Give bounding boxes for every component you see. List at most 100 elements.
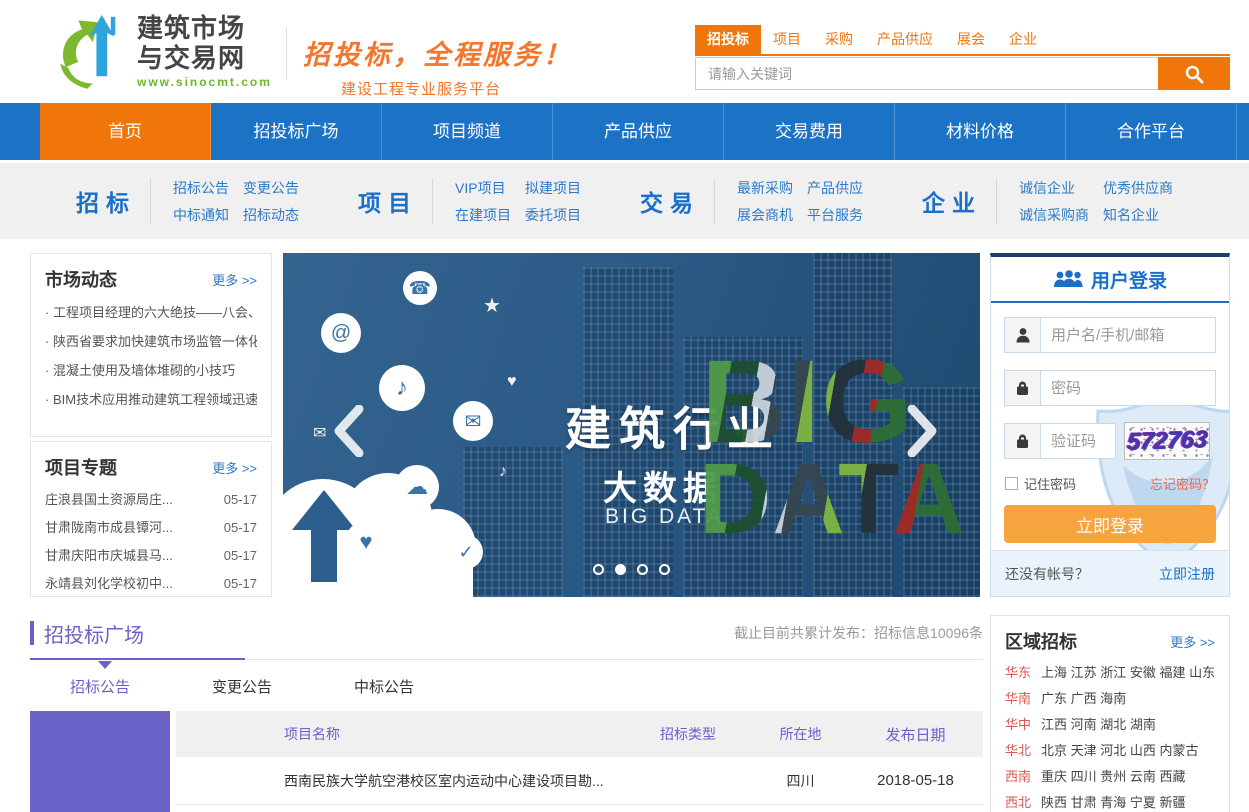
region-name[interactable]: 西北 (1005, 790, 1031, 812)
region-name[interactable]: 华中 (1005, 712, 1031, 738)
topic-name[interactable]: 庄浪县国土资源局庄... (45, 486, 173, 514)
region-provinces[interactable]: 陕西 甘肃 青海 宁夏 新疆 (1041, 790, 1185, 812)
region-provinces[interactable]: 重庆 四川 贵州 云南 西藏 (1041, 764, 1185, 790)
region-provinces[interactable]: 广东 广西 海南 (1041, 686, 1126, 712)
carousel-prev-arrow[interactable] (331, 405, 365, 457)
subnav-label-company[interactable]: 企业 (922, 184, 982, 218)
search-tab-project[interactable]: 项目 (761, 25, 813, 54)
tab-bid-announcement[interactable]: 招标公告 (70, 676, 130, 697)
captcha-row: 572763 (1004, 423, 1216, 459)
nav-item-bidding-plaza[interactable]: 招投标广场 (211, 103, 382, 160)
subnav-link[interactable]: 优秀供应商 (1103, 178, 1173, 198)
carousel-next-arrow[interactable] (906, 405, 940, 457)
tab-change-announcement[interactable]: 变更公告 (212, 676, 272, 697)
subnav-link[interactable]: 平台服务 (807, 205, 863, 225)
region-name[interactable]: 华北 (1005, 738, 1031, 764)
carousel-dot-3[interactable] (637, 564, 648, 575)
banner-bigword-data: DATA (699, 455, 966, 543)
nav-item-home[interactable]: 首页 (40, 103, 211, 160)
topic-date: 05-17 (224, 570, 257, 598)
topic-name[interactable]: 甘肃陇南市成县镡河... (45, 514, 173, 542)
plaza-divider (30, 659, 983, 660)
login-button[interactable]: 立即登录 (1004, 505, 1216, 543)
search-input[interactable] (695, 57, 1158, 90)
social-icon: ✉ (453, 401, 493, 441)
subnav-label-trade[interactable]: 交易 (640, 184, 700, 218)
subnav-link[interactable]: 中标通知 (173, 205, 229, 225)
nav-item-material-prices[interactable]: 材料价格 (895, 103, 1066, 160)
password-row (1004, 370, 1216, 406)
login-title: 用户登录 (1091, 266, 1167, 293)
subnav-link[interactable]: 最新采购 (737, 178, 793, 198)
news-item[interactable]: 陕西省要求加快建筑市场监管一体化... (45, 327, 257, 356)
region-name[interactable]: 华东 (1005, 660, 1031, 686)
project-topics-more-link[interactable]: 更多 >> (212, 458, 257, 477)
captcha-input[interactable] (1040, 423, 1116, 459)
news-item[interactable]: 工程项目经理的六大绝技——八会、... (45, 298, 257, 327)
site-logo[interactable]: 建筑市场 与交易网 www.sinocmt.com (55, 12, 272, 90)
subnav-label-bidding[interactable]: 招标 (76, 184, 136, 218)
remember-checkbox[interactable] (1005, 477, 1018, 490)
banner-bigword-big: BIG (701, 351, 914, 455)
region-provinces[interactable]: 江西 河南 湖北 湖南 (1041, 712, 1156, 738)
subnav-link[interactable]: 知名企业 (1103, 205, 1173, 225)
subnav-link[interactable]: 委托项目 (525, 205, 581, 225)
nav-item-product-supply[interactable]: 产品供应 (553, 103, 724, 160)
subnav-label-project[interactable]: 项目 (358, 184, 418, 218)
topic-name[interactable]: 永靖县刘化学校初中... (45, 570, 173, 598)
search-bar (695, 57, 1230, 90)
subnav-link[interactable]: 变更公告 (243, 178, 299, 198)
forgot-password-link[interactable]: 忘记密码？ (1150, 474, 1215, 493)
news-item[interactable]: BIM技术应用推动建筑工程领域迅速... (45, 385, 257, 414)
search-icon (1184, 64, 1204, 84)
subnav-link[interactable]: 诚信采购商 (1019, 205, 1089, 225)
subnav-link[interactable]: VIP项目 (455, 178, 511, 198)
search-button[interactable] (1158, 57, 1230, 90)
subnav-link[interactable]: 招标动态 (243, 205, 299, 225)
search-tab-procurement[interactable]: 采购 (813, 25, 865, 54)
carousel-dot-4[interactable] (659, 564, 670, 575)
register-link[interactable]: 立即注册 (1159, 564, 1215, 584)
logo-icon (55, 12, 127, 90)
market-news-more-link[interactable]: 更多 >> (212, 270, 257, 289)
search-tab-bidding[interactable]: 招投标 (695, 25, 761, 54)
username-input[interactable] (1040, 317, 1216, 353)
subnav-link[interactable]: 产品供应 (807, 178, 863, 198)
region-provinces[interactable]: 上海 江苏 浙江 安徽 福建 山东 (1041, 660, 1215, 686)
nav-item-trade-fees[interactable]: 交易费用 (724, 103, 895, 160)
subnav-link[interactable]: 诚信企业 (1019, 178, 1089, 198)
carousel-dot-1[interactable] (593, 564, 604, 575)
login-form: 572763 记住密码 忘记密码？ 立即登录 (991, 303, 1229, 543)
news-item[interactable]: 混凝土使用及墙体堆砌的小技巧 (45, 356, 257, 385)
table-row: 西南民族大学航空港校区室内运动中心建设项目勘... 四川 2018-05-18 (176, 757, 983, 805)
password-input[interactable] (1040, 370, 1216, 406)
search-tab-company[interactable]: 企业 (997, 25, 1049, 54)
subnav-link[interactable]: 拟建项目 (525, 178, 581, 198)
carousel-dot-2[interactable] (615, 564, 626, 575)
header: 建筑市场 与交易网 www.sinocmt.com 招投标，全程服务！ 建设工程… (0, 0, 1249, 103)
regional-title: 区域招标 (1005, 628, 1077, 654)
subnav-link[interactable]: 在建项目 (455, 205, 511, 225)
region-provinces[interactable]: 北京 天津 河北 山西 内蒙古 (1041, 738, 1198, 764)
region-name[interactable]: 华南 (1005, 686, 1031, 712)
bidding-plaza-section: 招投标广场 截止目前共累计发布：招标信息10096条 招标公告 变更公告 中标公… (30, 615, 983, 812)
subnav-link[interactable]: 招标公告 (173, 178, 229, 198)
regional-more-link[interactable]: 更多 >> (1170, 632, 1215, 651)
topic-name[interactable]: 甘肃庆阳市庆城县马... (45, 542, 173, 570)
social-icon: ☎ (403, 271, 437, 305)
subnav-link[interactable]: 展会商机 (737, 205, 793, 225)
plaza-ad-image[interactable] (30, 711, 170, 812)
nav-item-partner-platform[interactable]: 合作平台 (1066, 103, 1237, 160)
topic-row: 永靖县刘化学校初中... 05-17 (45, 570, 257, 598)
cell-publish-date: 2018-05-18 (848, 772, 983, 789)
search-tab-supply[interactable]: 产品供应 (865, 25, 945, 54)
region-name[interactable]: 西南 (1005, 764, 1031, 790)
cell-project-name[interactable]: 西南民族大学航空港校区室内运动中心建设项目勘... (176, 771, 623, 791)
search-tab-expo[interactable]: 展会 (945, 25, 997, 54)
user-icon (1004, 317, 1040, 353)
nav-item-project-channel[interactable]: 项目频道 (382, 103, 553, 160)
tab-win-announcement[interactable]: 中标公告 (354, 676, 414, 697)
captcha-image[interactable]: 572763 (1124, 422, 1210, 460)
plaza-header: 招投标广场 截止目前共累计发布：招标信息10096条 (30, 615, 983, 651)
col-bid-type: 招标类型 (623, 724, 753, 744)
